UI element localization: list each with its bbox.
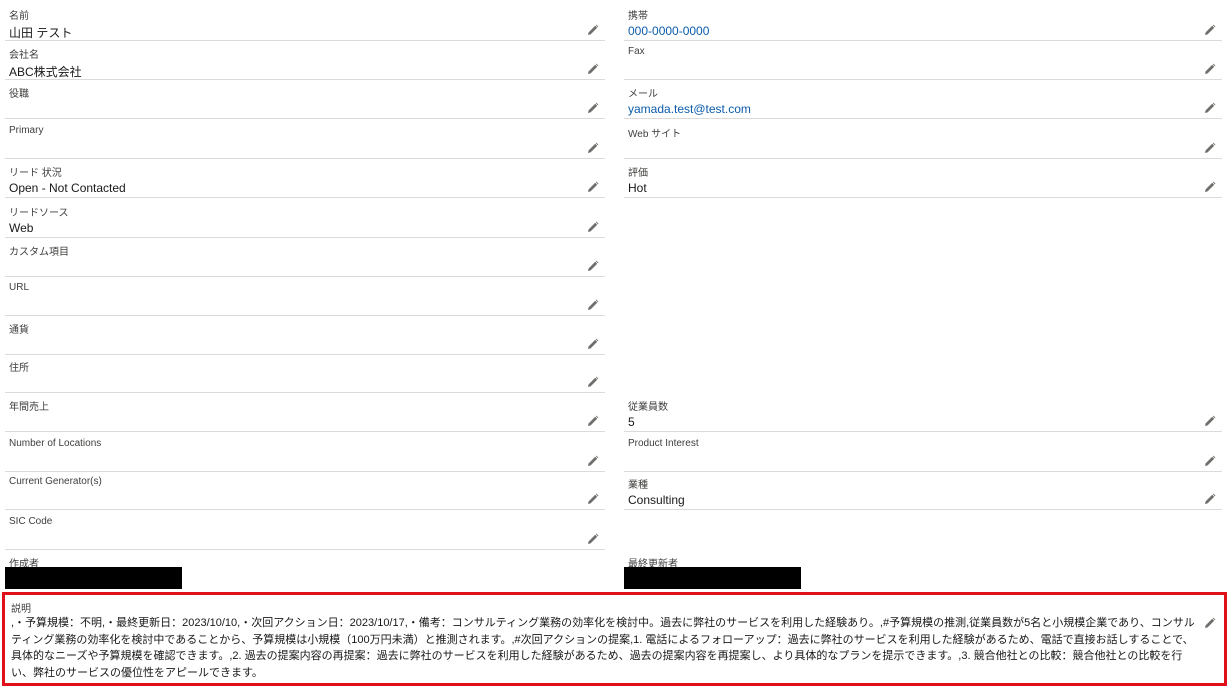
field-label: 説明: [11, 604, 31, 615]
field-employees: 従業員数 5: [624, 393, 1222, 432]
field-label: リード 状況: [9, 168, 62, 179]
field-label: 従業員数: [628, 402, 668, 413]
field-website: Web サイト: [624, 120, 1222, 159]
field-label: 携帯: [628, 11, 648, 22]
field-label: Web サイト: [628, 129, 682, 140]
field-label: 役職: [9, 89, 29, 100]
email-link[interactable]: yamada.test@test.com: [628, 102, 751, 116]
field-label: 住所: [9, 363, 29, 374]
pencil-icon[interactable]: [1204, 616, 1216, 628]
field-label: 評価: [628, 168, 648, 179]
pencil-icon[interactable]: [587, 376, 599, 388]
field-value: Open - Not Contacted: [9, 181, 126, 195]
field-lead-status: リード 状況 Open - Not Contacted: [5, 159, 605, 198]
field-value: 山田 テスト: [9, 26, 73, 40]
field-label: Primary: [9, 125, 44, 136]
redacted-value: [624, 567, 801, 589]
pencil-icon[interactable]: [587, 533, 599, 545]
field-label: Number of Locations: [9, 438, 102, 449]
field-label: 年間売上: [9, 402, 49, 413]
field-name: 名前 山田 テスト: [5, 2, 605, 41]
pencil-icon[interactable]: [587, 24, 599, 36]
field-fax: Fax: [624, 41, 1222, 80]
pencil-icon[interactable]: [587, 455, 599, 467]
field-label: URL: [9, 282, 30, 293]
pencil-icon[interactable]: [1204, 415, 1216, 427]
field-description: 説明 ,・予算規模：不明,・最終更新日：2023/10/10,・次回アクション日…: [2, 592, 1227, 686]
field-label: 名前: [9, 11, 29, 22]
field-email: メール yamada.test@test.com: [624, 80, 1222, 119]
pencil-icon[interactable]: [587, 415, 599, 427]
field-label: メール: [628, 89, 658, 100]
field-lead-source: リードソース Web: [5, 199, 605, 238]
pencil-icon[interactable]: [587, 221, 599, 233]
pencil-icon[interactable]: [1204, 24, 1216, 36]
field-mobile: 携帯 000-0000-0000: [624, 2, 1222, 41]
field-value: ABC株式会社: [9, 65, 82, 79]
field-currency: 通貨: [5, 316, 605, 355]
field-address: 住所: [5, 354, 605, 393]
pencil-icon[interactable]: [1204, 102, 1216, 114]
pencil-icon[interactable]: [587, 260, 599, 272]
pencil-icon[interactable]: [1204, 493, 1216, 505]
field-label: カスタム項目: [9, 247, 69, 258]
phone-link[interactable]: 000-0000-0000: [628, 24, 709, 38]
field-last-modified-by: 最終更新者: [624, 550, 1222, 589]
field-title: 役職: [5, 80, 605, 119]
field-current-generators: Current Generator(s): [5, 471, 605, 510]
field-industry: 業種 Consulting: [624, 471, 1222, 510]
pencil-icon[interactable]: [1204, 142, 1216, 154]
field-label: Fax: [628, 46, 645, 57]
field-value: Hot: [628, 181, 647, 195]
pencil-icon[interactable]: [587, 102, 599, 114]
field-created-by: 作成者: [5, 550, 605, 589]
pencil-icon[interactable]: [587, 142, 599, 154]
field-label: Product Interest: [628, 438, 699, 449]
pencil-icon[interactable]: [1204, 63, 1216, 75]
pencil-icon[interactable]: [1204, 455, 1216, 467]
field-custom: カスタム項目: [5, 238, 605, 277]
pencil-icon[interactable]: [587, 181, 599, 193]
field-rating: 評価 Hot: [624, 159, 1222, 198]
field-value: Consulting: [628, 493, 685, 507]
field-annual-revenue: 年間売上: [5, 393, 605, 432]
pencil-icon[interactable]: [587, 493, 599, 505]
field-label: リードソース: [9, 208, 69, 219]
pencil-icon[interactable]: [587, 299, 599, 311]
field-label: SIC Code: [9, 516, 53, 527]
field-label: Current Generator(s): [9, 476, 102, 487]
field-product-interest: Product Interest: [624, 433, 1222, 472]
field-number-of-locations: Number of Locations: [5, 433, 605, 472]
field-value: Web: [9, 221, 34, 235]
pencil-icon[interactable]: [1204, 181, 1216, 193]
pencil-icon[interactable]: [587, 338, 599, 350]
field-url: URL: [5, 277, 605, 316]
field-company: 会社名 ABC株式会社: [5, 41, 605, 80]
field-label: 業種: [628, 480, 648, 491]
field-sic-code: SIC Code: [5, 511, 605, 550]
field-label: 通貨: [9, 325, 29, 336]
field-value: 5: [628, 415, 635, 429]
redacted-value: [5, 567, 182, 589]
field-primary: Primary: [5, 120, 605, 159]
field-label: 会社名: [9, 50, 39, 61]
pencil-icon[interactable]: [587, 63, 599, 75]
description-text: ,・予算規模：不明,・最終更新日：2023/10/10,・次回アクション日：20…: [11, 617, 1195, 679]
